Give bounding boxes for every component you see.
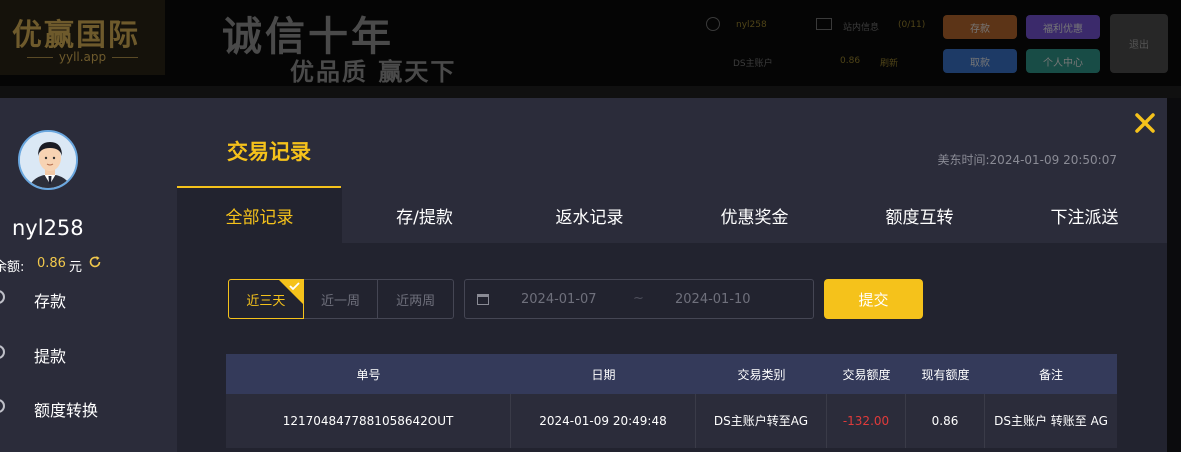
records-table: 单号 日期 交易类别 交易额度 现有额度 备注 1217048477881058… (226, 354, 1117, 448)
tab-deposit-withdraw[interactable]: 存/提款 (342, 188, 507, 243)
tab-transfer[interactable]: 额度互转 (837, 188, 1002, 243)
date-start-field[interactable]: 2024-01-07 (521, 292, 597, 307)
site-logo[interactable]: 优赢国际 yyll.app (0, 0, 165, 75)
balance-unit: 元 (69, 260, 83, 275)
sidebar-item-label: 存款 (34, 292, 67, 311)
modal-title-bar: 交易记录 美东时间:2024-01-09 20:50:07 (177, 98, 1167, 188)
logo-domain: yyll.app (0, 50, 165, 64)
transaction-records-modal: nyl258 余额: 0.86 元 存款 提款 额度转换 交易记录 美东时间:2… (0, 98, 1167, 452)
withdraw-icon (0, 345, 5, 359)
close-icon[interactable] (1130, 108, 1160, 138)
deposit-icon (0, 290, 5, 304)
balance-value: 0.86 (37, 256, 66, 271)
tab-rebate[interactable]: 返水记录 (507, 188, 672, 243)
sidebar-username: nyl258 (12, 216, 84, 240)
sidebar-item-label: 提款 (34, 347, 67, 366)
avatar (18, 130, 78, 190)
cell-amount: -132.00 (827, 394, 906, 448)
user-icon (706, 17, 720, 31)
slogan-line-2: 优品质 赢天下 (290, 57, 457, 86)
server-time: 美东时间:2024-01-09 20:50:07 (938, 151, 1118, 168)
nav-strip (0, 86, 1181, 98)
record-tabs: 全部记录 存/提款 返水记录 优惠奖金 额度互转 下注派送 (177, 188, 1167, 243)
transfer-icon (0, 399, 5, 413)
header-withdraw-button[interactable]: 取款 (943, 49, 1017, 73)
header-deposit-button[interactable]: 存款 (943, 15, 1017, 39)
refresh-icon[interactable] (88, 255, 102, 269)
cell-date: 2024-01-09 20:49:48 (511, 394, 696, 448)
avatar-icon (20, 132, 76, 188)
wallet-refresh-link[interactable]: 刷新 (880, 56, 898, 69)
wallet-value: 0.86 (840, 56, 861, 66)
submit-button[interactable]: 提交 (824, 279, 923, 319)
logo-title: 优赢国际 (12, 18, 140, 53)
time-label: 美东时间: (937, 153, 990, 167)
tab-all-records[interactable]: 全部记录 (177, 188, 342, 243)
messages-count: (0/11) (898, 20, 926, 30)
modal-content: 交易记录 美东时间:2024-01-09 20:50:07 全部记录 存/提款 … (177, 98, 1167, 452)
cell-balance: 0.86 (906, 394, 985, 448)
page-title: 交易记录 (227, 140, 311, 164)
wallet-label: DS主账户 (733, 59, 773, 69)
column-header-date: 日期 (591, 367, 616, 382)
site-header: 优赢国际 yyll.app 诚信十年 优品质 赢天下 nyl258 站内信息 (… (0, 0, 1181, 98)
table-row: 1217048477881058642OUT 2024-01-09 20:49:… (226, 394, 1117, 448)
sidebar-item-label: 额度转换 (34, 401, 99, 420)
cell-type: DS主账户转至AG (696, 394, 827, 448)
table-header: 单号 日期 交易类别 交易额度 现有额度 备注 (226, 354, 1117, 394)
column-header-type: 交易类别 (737, 367, 786, 382)
check-icon (278, 280, 303, 304)
date-range-options: 近三天 近一周 近两周 (228, 279, 454, 319)
range-two-weeks[interactable]: 近两周 (378, 280, 453, 318)
cell-remark: DS主账户 转账至 AG (994, 414, 1108, 428)
tab-bonus[interactable]: 优惠奖金 (672, 188, 837, 243)
screen: 优赢国际 yyll.app 诚信十年 优品质 赢天下 nyl258 站内信息 (… (0, 0, 1181, 452)
date-separator: ~ (633, 291, 644, 306)
header-logout-button[interactable]: 退出 (1110, 14, 1168, 73)
column-header-amount: 交易额度 (842, 367, 891, 382)
time-value: 2024-01-09 20:50:07 (989, 153, 1117, 167)
tab-bet-rewards[interactable]: 下注派送 (1002, 188, 1167, 243)
header-account-center-button[interactable]: 个人中心 (1026, 49, 1100, 73)
date-range-picker[interactable]: 2024-01-07 ~ 2024-01-10 (464, 279, 814, 319)
cell-order-id: 1217048477881058642OUT (226, 394, 511, 448)
messages-link[interactable]: 站内信息 (843, 20, 879, 33)
balance-label: 余额: (0, 260, 25, 275)
range-three-days[interactable]: 近三天 (228, 279, 304, 319)
range-one-week[interactable]: 近一周 (304, 280, 379, 318)
date-end-field[interactable]: 2024-01-10 (675, 292, 751, 307)
account-sidebar: nyl258 余额: 0.86 元 存款 提款 额度转换 (0, 98, 177, 452)
column-header-balance: 现有额度 (921, 367, 970, 382)
column-header-remark: 备注 (1038, 367, 1063, 382)
calendar-icon (477, 294, 489, 305)
header-promo-button[interactable]: 福利优惠 (1026, 15, 1100, 39)
column-header-order-id: 单号 (356, 367, 381, 382)
header-username: nyl258 (736, 20, 767, 30)
message-icon[interactable] (816, 18, 832, 30)
